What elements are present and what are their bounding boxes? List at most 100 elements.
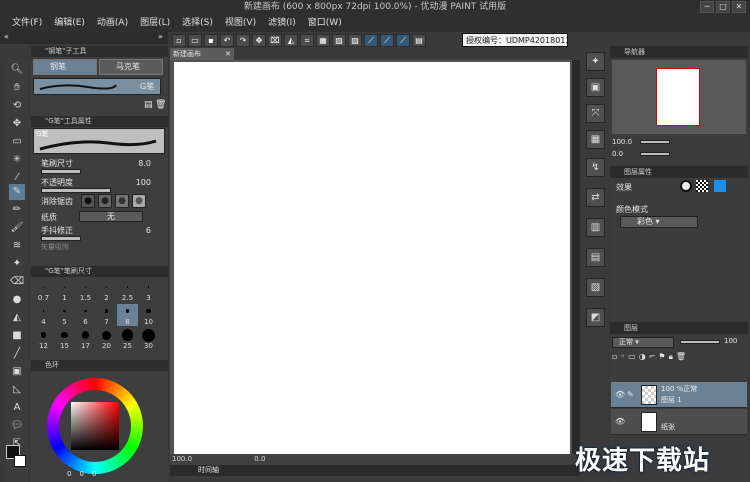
lock-icon[interactable]: 🔒︎ <box>669 352 673 364</box>
brush-size-option[interactable]: 8 <box>117 304 138 326</box>
save-icon[interactable]: ▪ <box>204 33 218 47</box>
layer-row-1[interactable]: 👁︎ ✎ 100 %正常 图层 1 <box>611 382 747 408</box>
timeline-bar[interactable]: 时间轴 <box>170 465 580 476</box>
dock-item-3-icon[interactable]: ⤧ <box>586 104 605 123</box>
effect-tone-icon[interactable] <box>696 180 708 192</box>
antialias-weak[interactable]: ● <box>98 194 112 208</box>
decoration-tool-icon[interactable]: ✦ <box>9 256 25 272</box>
menu-select[interactable]: 选择(S) <box>176 15 219 32</box>
transform-icon[interactable]: ✥ <box>252 33 266 47</box>
snap-special-ruler-icon[interactable]: ⟋ <box>380 33 394 47</box>
layer-edit-icon[interactable]: ✎ <box>627 390 634 399</box>
clear-icon[interactable]: ⌧ <box>268 33 282 47</box>
brush-size-option[interactable]: 17 <box>75 328 96 350</box>
brush-size-option[interactable]: 1.5 <box>75 280 96 302</box>
background-color-swatch[interactable] <box>14 455 26 467</box>
new-vector-layer-icon[interactable]: ◦ <box>620 352 625 364</box>
menu-file[interactable]: 文件(F) <box>6 15 48 32</box>
brush-size-option[interactable]: 15 <box>54 328 75 350</box>
brush-tool-icon[interactable]: 🖌︎ <box>9 220 25 236</box>
menu-edit[interactable]: 编辑(E) <box>48 15 91 32</box>
gradient-tool-icon[interactable]: ■ <box>9 328 25 344</box>
blend-mode-select[interactable]: 正常 ▾ <box>612 337 674 348</box>
brush-size-option[interactable]: 2 <box>96 280 117 302</box>
selection-tool-icon[interactable]: ▭ <box>9 134 25 150</box>
blend-tool-icon[interactable]: ● <box>9 292 25 308</box>
airbrush-tool-icon[interactable]: ≋ <box>9 238 25 254</box>
new-folder-icon[interactable]: ▭ <box>628 352 636 364</box>
dock-item-8-icon[interactable]: ▤ <box>586 248 605 267</box>
vertical-scrollbar[interactable] <box>572 60 580 456</box>
layer-opacity-slider[interactable] <box>680 340 720 344</box>
brush-size-option[interactable]: 10 <box>138 304 159 326</box>
menu-layer[interactable]: 图层(L) <box>134 15 176 32</box>
fill-icon[interactable]: ◭ <box>284 33 298 47</box>
brush-size-option[interactable]: 5 <box>54 304 75 326</box>
undo-icon[interactable]: ↶ <box>220 33 234 47</box>
close-button[interactable]: ✕ <box>732 1 746 13</box>
antialias-strong[interactable]: ● <box>132 194 146 208</box>
dock-item-6-icon[interactable]: ⇄ <box>586 188 605 207</box>
dock-item-2-icon[interactable]: ▣ <box>586 78 605 97</box>
drawing-canvas[interactable] <box>174 62 570 454</box>
duplicate-subtool-icon[interactable]: ▤ <box>144 100 153 110</box>
layer-row-2[interactable]: 👁︎ 纸张 <box>611 409 747 435</box>
dock-item-9-icon[interactable]: ▧ <box>586 278 605 297</box>
stabilize-slider[interactable] <box>41 236 81 241</box>
canvas-tab[interactable]: 新建画布 ✕ <box>170 48 234 60</box>
snap-ruler-icon[interactable]: ⟋ <box>364 33 378 47</box>
invert-selection-icon[interactable]: ▧ <box>332 33 346 47</box>
menu-window[interactable]: 窗口(W) <box>302 15 348 32</box>
figure-tool-icon[interactable]: ╱ <box>9 346 25 362</box>
effect-border-icon[interactable] <box>680 180 692 192</box>
eraser-tool-icon[interactable]: ⌫ <box>9 274 25 290</box>
navigator-preview[interactable] <box>612 60 746 134</box>
color-mode-select[interactable]: 彩色 ▾ <box>620 216 698 228</box>
fill-tool-icon[interactable]: ◭ <box>9 310 25 326</box>
effect-layer-color-icon[interactable] <box>714 180 726 192</box>
minimize-button[interactable]: ─ <box>700 1 714 13</box>
menu-filter[interactable]: 滤镜(I) <box>262 15 302 32</box>
brush-size-slider[interactable] <box>41 169 81 174</box>
brush-size-option[interactable]: 25 <box>117 328 138 350</box>
text-tool-icon[interactable]: A <box>9 400 25 416</box>
new-file-icon[interactable]: ▫ <box>172 33 186 47</box>
dock-item-4-icon[interactable]: ▦ <box>586 130 605 149</box>
brush-size-option[interactable]: 30 <box>138 328 159 350</box>
display-settings-icon[interactable]: ▤ <box>412 33 426 47</box>
brush-size-option[interactable]: 1 <box>54 280 75 302</box>
balloon-tool-icon[interactable]: 💬︎ <box>9 418 25 434</box>
crop-icon[interactable]: ⌗ <box>300 33 314 47</box>
subtool-tab-marker[interactable]: 马克笔 <box>99 59 163 75</box>
dock-item-5-icon[interactable]: ↯ <box>586 158 605 177</box>
redo-icon[interactable]: ↷ <box>236 33 250 47</box>
snap-grid-icon[interactable]: ⟋ <box>396 33 410 47</box>
magic-wand-icon[interactable]: ✳ <box>9 152 25 168</box>
antialias-none[interactable]: ● <box>81 194 95 208</box>
zoom-tool-icon[interactable]: 🔍︎ <box>9 62 25 78</box>
subtool-item-gpen[interactable]: G笔 <box>33 78 161 95</box>
new-raster-layer-icon[interactable]: ▫ <box>612 352 617 364</box>
delete-subtool-icon[interactable]: 🗑︎ <box>155 100 166 110</box>
layer-visibility-icon[interactable]: 👁︎ <box>615 390 625 399</box>
brush-size-option[interactable]: 12 <box>33 328 54 350</box>
deselect-icon[interactable]: ▦ <box>316 33 330 47</box>
delete-layer-icon[interactable]: 🗑︎ <box>676 352 686 364</box>
menu-animation[interactable]: 动画(A) <box>91 15 134 32</box>
brush-size-option[interactable]: 2.5 <box>117 280 138 302</box>
open-file-icon[interactable]: ▭ <box>188 33 202 47</box>
maximize-button[interactable]: □ <box>716 1 730 13</box>
pen-tool-icon[interactable]: ✎ <box>9 184 25 200</box>
navigator-zoom-slider[interactable] <box>640 140 670 144</box>
pencil-tool-icon[interactable]: ✏︎ <box>9 202 25 218</box>
subtool-tab-pen[interactable]: 钢笔 <box>33 59 97 75</box>
opacity-slider[interactable] <box>41 188 111 193</box>
brush-size-option[interactable]: 4 <box>33 304 54 326</box>
close-tab-icon[interactable]: ✕ <box>225 48 231 60</box>
ruler-tool-icon[interactable]: ◺ <box>9 382 25 398</box>
brush-size-option[interactable]: 3 <box>138 280 159 302</box>
navigator-angle-slider[interactable] <box>640 152 670 156</box>
brush-size-option[interactable]: 20 <box>96 328 117 350</box>
clip-icon[interactable]: ⌐ <box>649 352 656 364</box>
expand-icon[interactable]: » <box>158 32 163 41</box>
